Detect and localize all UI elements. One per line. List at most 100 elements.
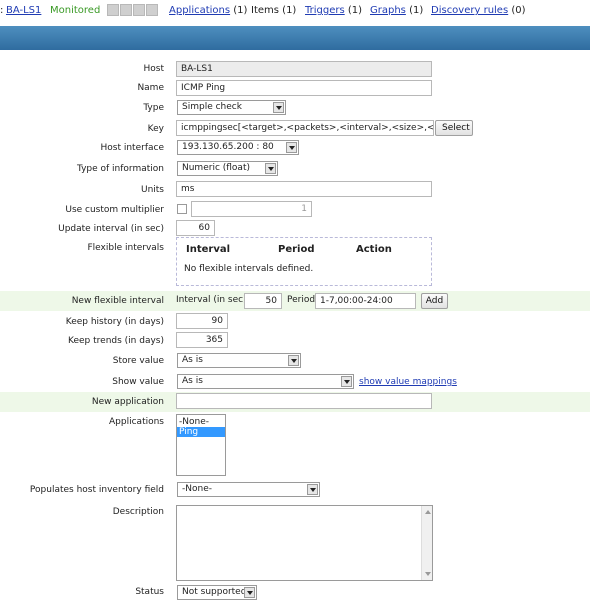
nav-applications[interactable]: Applications (1) xyxy=(169,5,247,16)
flexible-intervals-empty: No flexible intervals defined. xyxy=(184,264,314,274)
flexible-intervals-label: Flexible intervals xyxy=(87,243,165,253)
new-application-input[interactable] xyxy=(176,393,432,409)
nav-discovery-rules[interactable]: Discovery rules (0) xyxy=(431,5,526,16)
row-new-application: New application xyxy=(0,392,590,412)
keep-trends-label: Keep trends (in days) xyxy=(68,336,164,346)
add-flex-interval-button[interactable]: Add xyxy=(421,293,448,309)
chevron-down-icon xyxy=(273,102,284,113)
row-new-flexible-interval: New flexible interval Interval (in sec) … xyxy=(0,291,590,311)
availability-icons xyxy=(107,4,158,16)
name-input[interactable]: ICMP Ping xyxy=(176,80,432,96)
ipmi-icon xyxy=(146,4,158,16)
applications-option-selected[interactable]: Ping xyxy=(177,427,225,437)
type-of-info-value: Numeric (float) xyxy=(182,163,250,173)
host-prefix: : xyxy=(0,5,4,16)
custom-multiplier-checkbox[interactable] xyxy=(177,204,187,214)
chevron-down-icon xyxy=(265,163,276,174)
host-link[interactable]: BA-LS1 xyxy=(6,5,41,16)
keep-trends-input[interactable]: 365 xyxy=(176,332,228,348)
host-label: Host xyxy=(143,64,165,74)
keep-history-label: Keep history (in days) xyxy=(65,317,164,327)
nav-triggers-link[interactable]: Triggers xyxy=(305,5,345,16)
new-application-label: New application xyxy=(91,397,164,407)
row-description: Description xyxy=(0,505,590,581)
col-action: Action xyxy=(356,244,392,255)
update-interval-input[interactable]: 60 xyxy=(176,220,215,236)
status-label: Status xyxy=(135,587,164,597)
units-input[interactable]: ms xyxy=(176,181,432,197)
custom-multiplier-label: Use custom multiplier xyxy=(65,205,164,215)
show-value-label: Show value xyxy=(112,377,164,387)
type-select-value: Simple check xyxy=(182,102,242,112)
flex-period-label: Period xyxy=(287,295,316,305)
row-inventory-field: Populates host inventory field -None- xyxy=(0,482,590,500)
key-label: Key xyxy=(147,124,164,134)
flex-period-input[interactable]: 1-7,00:00-24:00 xyxy=(315,293,416,309)
scroll-down-icon[interactable] xyxy=(425,572,431,576)
nav-discovery-rules-count: (0) xyxy=(511,5,526,16)
key-input[interactable]: icmppingsec[<target>,<packets>,<interval… xyxy=(176,120,434,136)
row-name: Name ICMP Ping xyxy=(0,80,590,98)
form-header-band xyxy=(0,26,590,50)
nav-triggers[interactable]: Triggers (1) xyxy=(305,5,362,16)
nav-applications-count: (1) xyxy=(233,5,248,16)
row-type: Type Simple check xyxy=(0,100,590,118)
jmx-icon xyxy=(133,4,145,16)
inventory-field-label: Populates host inventory field xyxy=(29,485,164,495)
chevron-down-icon xyxy=(341,376,352,387)
store-value-value: As is xyxy=(182,355,203,365)
store-value-select[interactable]: As is xyxy=(177,353,301,368)
type-select[interactable]: Simple check xyxy=(177,100,286,115)
chevron-down-icon xyxy=(244,587,255,598)
chevron-down-icon xyxy=(288,355,299,366)
nav-triggers-count: (1) xyxy=(347,5,363,16)
type-of-info-label: Type of information xyxy=(76,164,164,174)
units-label: Units xyxy=(140,185,164,195)
nav-applications-link[interactable]: Applications xyxy=(169,5,230,16)
nav-graphs-count: (1) xyxy=(409,5,424,16)
show-value-select[interactable]: As is xyxy=(177,374,354,389)
nav-graphs-link[interactable]: Graphs xyxy=(370,5,406,16)
nav-discovery-rules-link[interactable]: Discovery rules xyxy=(431,5,508,16)
col-period: Period xyxy=(278,244,315,255)
inventory-field-select[interactable]: -None- xyxy=(177,482,320,497)
row-show-value: Show value As is show value mappings xyxy=(0,374,590,392)
row-host-interface: Host interface 193.130.65.200 : 80 xyxy=(0,140,590,158)
show-value-value: As is xyxy=(182,376,203,386)
custom-multiplier-input[interactable]: 1 xyxy=(191,201,312,217)
new-flexible-label: New flexible interval xyxy=(71,296,164,306)
applications-listbox[interactable]: -None- Ping xyxy=(176,414,226,476)
type-label: Type xyxy=(143,103,164,113)
update-interval-label: Update interval (in sec) xyxy=(58,224,164,234)
row-keep-history: Keep history (in days) 90 xyxy=(0,313,590,331)
flex-interval-input[interactable]: 50 xyxy=(244,293,282,309)
row-host: Host BA-LS1 xyxy=(0,61,590,79)
key-select-button[interactable]: Select xyxy=(435,120,473,136)
applications-label: Applications xyxy=(109,417,164,427)
row-applications: Applications -None- Ping xyxy=(0,414,590,478)
row-update-interval: Update interval (in sec) 60 xyxy=(0,220,590,238)
row-flexible-intervals: Flexible intervals Interval Period Actio… xyxy=(0,237,590,288)
nav-items-label: Items xyxy=(251,5,279,16)
row-type-of-info: Type of information Numeric (float) xyxy=(0,161,590,179)
nav-graphs[interactable]: Graphs (1) xyxy=(370,5,423,16)
flexible-intervals-table: Interval Period Action No flexible inter… xyxy=(176,237,432,286)
chevron-down-icon xyxy=(307,484,318,495)
status-value: Not supported xyxy=(182,587,247,597)
zabbix-agent-icon xyxy=(107,4,119,16)
row-status: Status Not supported xyxy=(0,585,590,600)
store-value-label: Store value xyxy=(112,356,164,366)
keep-history-input[interactable]: 90 xyxy=(176,313,228,329)
host-nav-bar: : BA-LS1 Monitored Applications (1) Item… xyxy=(0,0,590,24)
host-interface-select[interactable]: 193.130.65.200 : 80 xyxy=(177,140,299,155)
description-scrollbar[interactable] xyxy=(421,506,432,580)
flex-interval-label: Interval (in sec) xyxy=(176,295,247,305)
scroll-up-icon[interactable] xyxy=(425,510,431,514)
host-status[interactable]: Monitored xyxy=(50,5,100,16)
status-select[interactable]: Not supported xyxy=(177,585,257,600)
type-of-info-select[interactable]: Numeric (float) xyxy=(177,161,278,176)
description-textarea[interactable] xyxy=(176,505,433,581)
show-value-mappings-link[interactable]: show value mappings xyxy=(359,377,457,387)
applications-option[interactable]: -None- xyxy=(177,417,225,427)
inventory-field-value: -None- xyxy=(182,484,212,494)
